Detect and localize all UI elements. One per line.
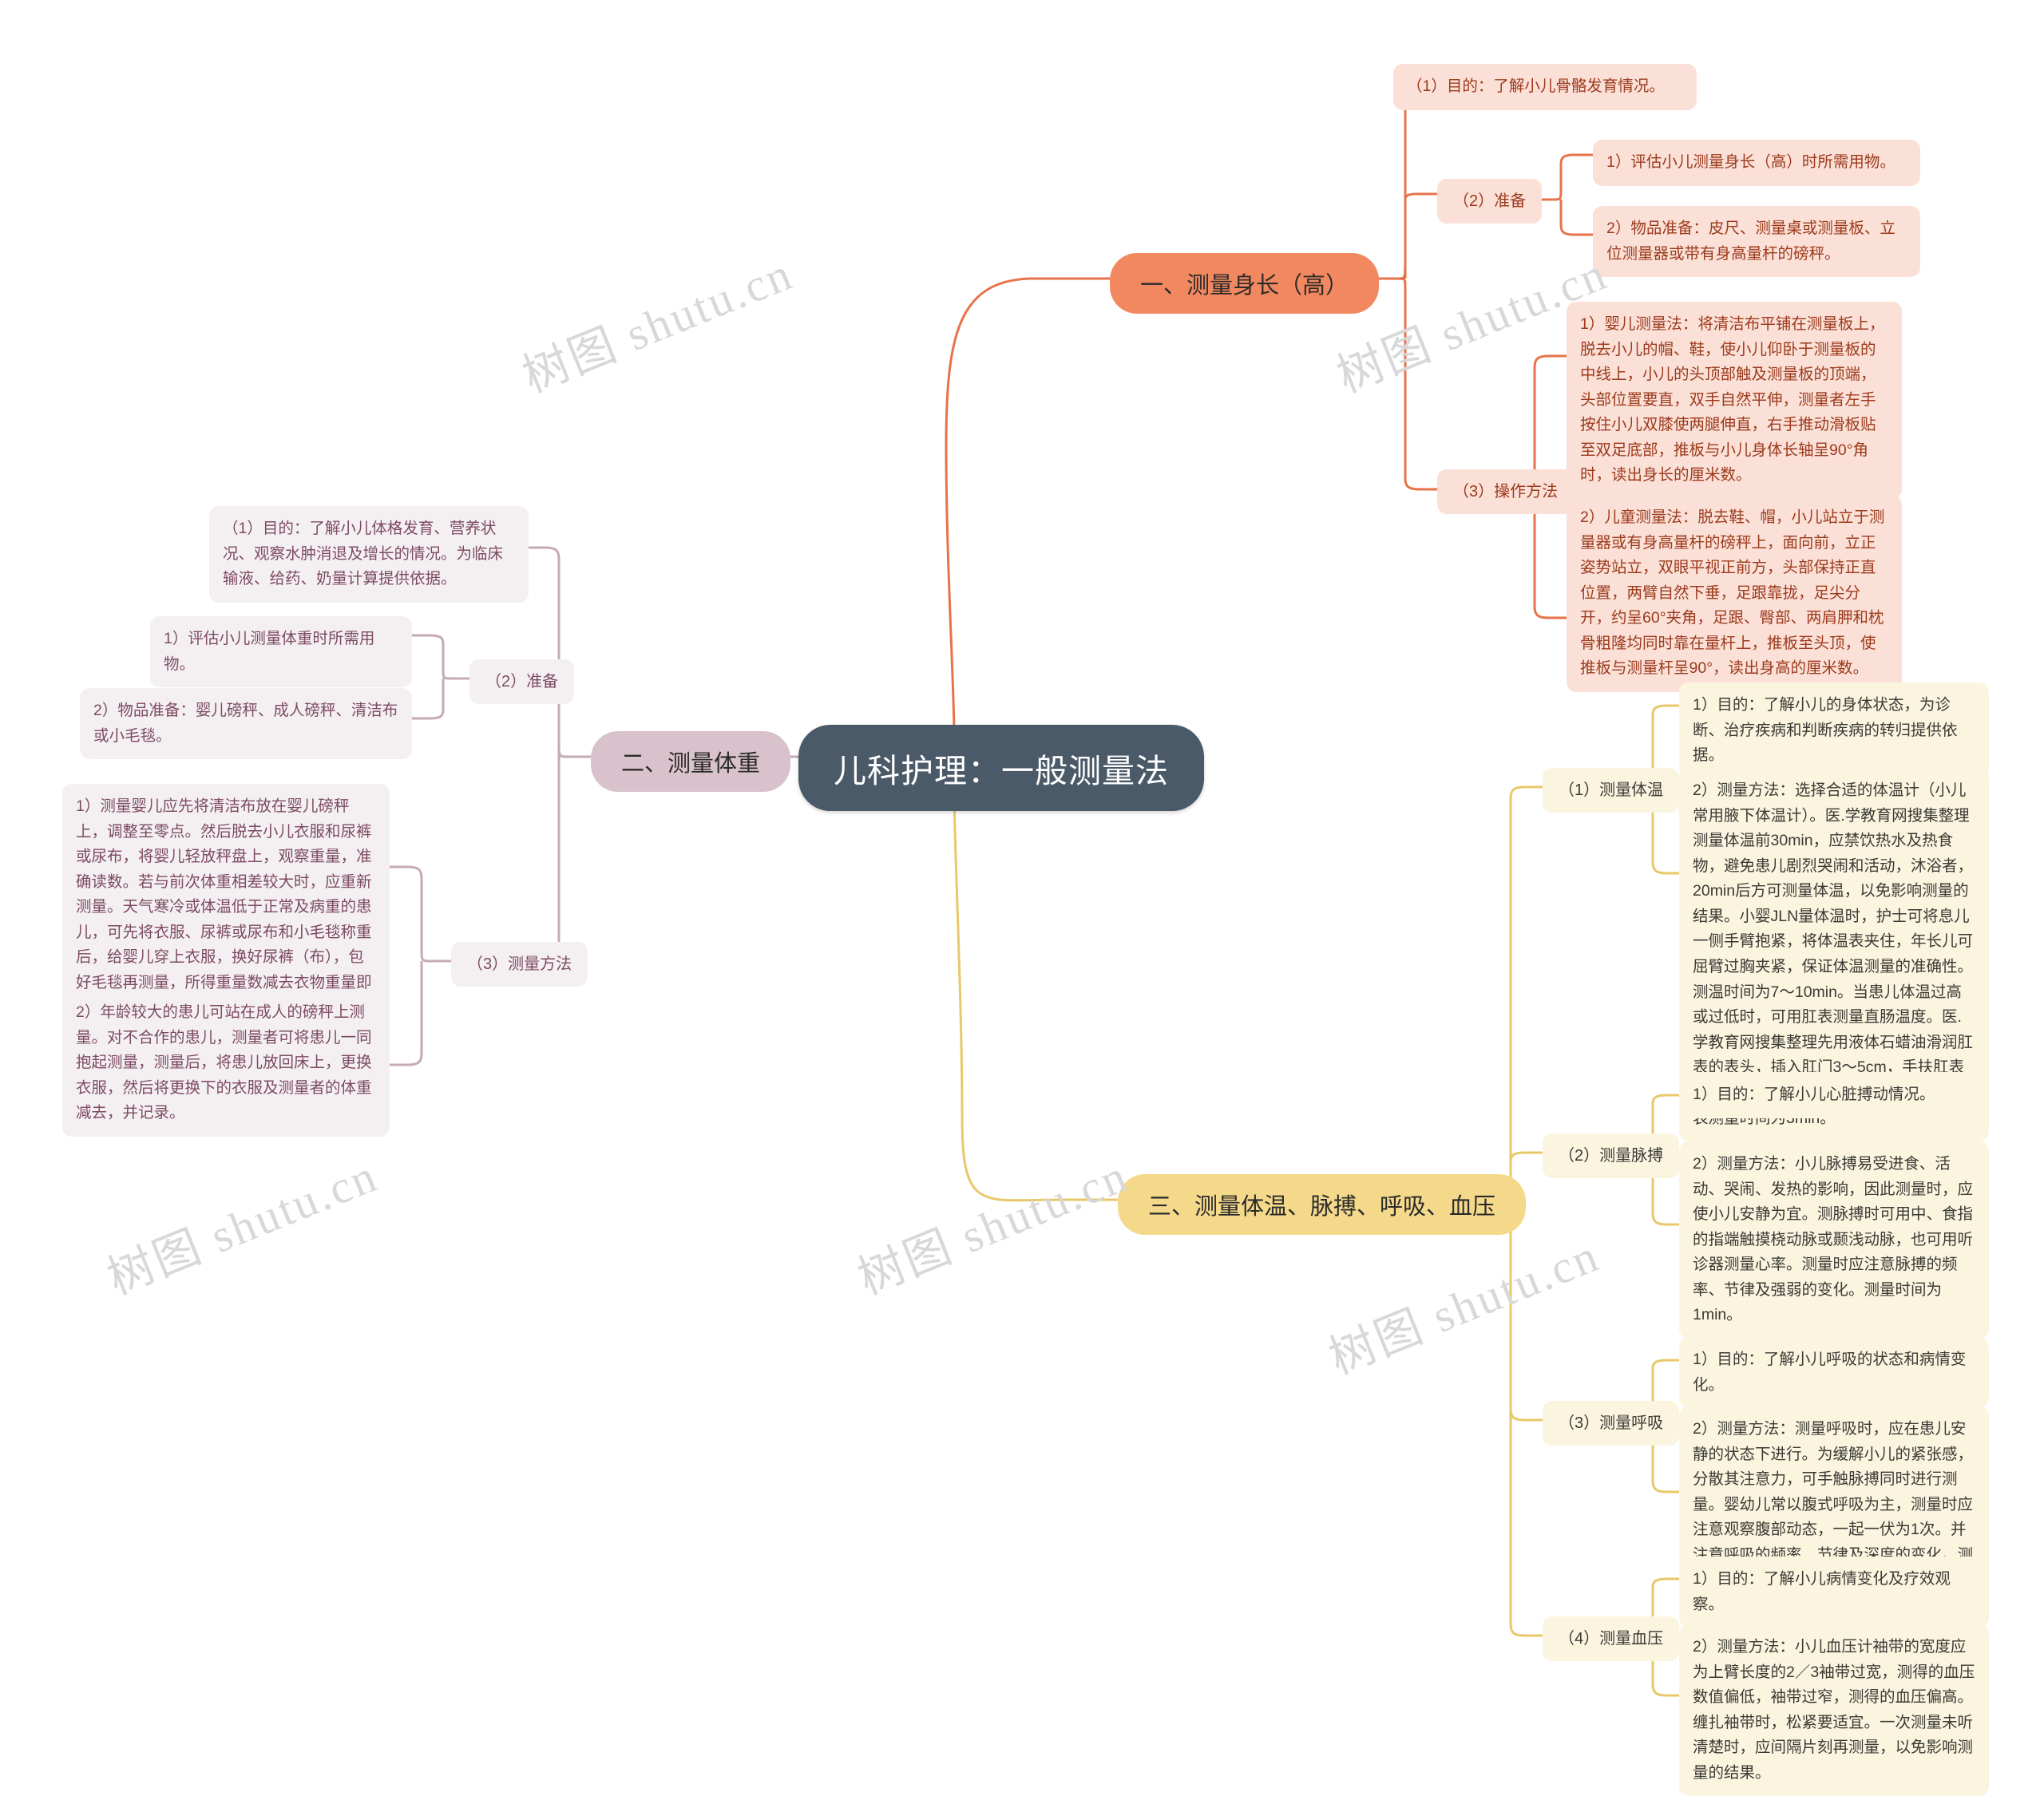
node-b2-prep-2[interactable]: 2）物品准备：婴儿磅秤、成人磅秤、清洁布或小毛毯。 <box>80 688 412 760</box>
node-b2-method[interactable]: （3）测量方法 <box>451 942 588 987</box>
node-b3-pulse-1[interactable]: 1）目的：了解小儿心脏搏动情况。 <box>1679 1072 1989 1118</box>
node-b1-op-2[interactable]: 2）儿童测量法：脱去鞋、帽，小儿站立于测量器或有身高量杆的磅秤上，面向前，立正姿… <box>1567 495 1902 693</box>
watermark: 树图 shutu.cn <box>1321 1228 1607 1385</box>
node-b3-bp-1[interactable]: 1）目的：了解小儿病情变化及疗效观察。 <box>1679 1557 1989 1628</box>
node-b3-pulse[interactable]: （2）测量脉搏 <box>1543 1133 1680 1179</box>
node-b3-temp-1[interactable]: 1）目的：了解小儿的身体状态，为诊断、治疗疾病和判断疾病的转归提供依据。 <box>1679 682 1989 779</box>
node-b3-temperature[interactable]: （1）测量体温 <box>1543 768 1680 813</box>
root-node[interactable]: 儿科护理：一般测量法 <box>798 725 1204 811</box>
mindmap-canvas: 儿科护理：一般测量法 一、测量身长（高） （1）目的：了解小儿骨骼发育情况。 （… <box>0 0 2044 1800</box>
node-b1-preparation[interactable]: （2）准备 <box>1437 179 1543 224</box>
node-b3-respiration[interactable]: （3）测量呼吸 <box>1543 1401 1680 1446</box>
branch-node-1[interactable]: 一、测量身长（高） <box>1110 253 1380 314</box>
node-b1-prep-2[interactable]: 2）物品准备：皮尺、测量桌或测量板、立位测量器或带有身高量杆的磅秤。 <box>1593 206 1920 278</box>
node-b2-method-2[interactable]: 2）年龄较大的患儿可站在成人的磅秤上测量。对不合作的患儿，测量者可将患儿一同抱起… <box>62 990 390 1137</box>
watermark: 树图 shutu.cn <box>100 1149 386 1305</box>
node-b2-prep-1[interactable]: 1）评估小儿测量体重时所需用物。 <box>150 616 412 688</box>
node-b1-operation[interactable]: （3）操作方法 <box>1437 469 1575 515</box>
node-b1-prep-1[interactable]: 1）评估小儿测量身长（高）时所需用物。 <box>1593 140 1920 186</box>
node-b1-purpose[interactable]: （1）目的：了解小儿骨骼发育情况。 <box>1393 64 1697 110</box>
branch-node-2[interactable]: 二、测量体重 <box>591 731 791 792</box>
node-b2-preparation[interactable]: （2）准备 <box>469 659 575 705</box>
node-b2-purpose[interactable]: （1）目的：了解小儿体格发育、营养状况、观察水肿消退及增长的情况。为临床输液、给… <box>209 506 529 603</box>
node-b1-op-1[interactable]: 1）婴儿测量法：将清洁布平铺在测量板上，脱去小儿的帽、鞋，使小儿仰卧于测量板的中… <box>1567 302 1902 500</box>
watermark: 树图 shutu.cn <box>515 247 801 403</box>
node-b3-bp-2[interactable]: 2）测量方法：小儿血压计袖带的宽度应为上臂长度的2／3袖带过宽，测得的血压数值偏… <box>1679 1624 1989 1797</box>
watermark: 树图 shutu.cn <box>850 1149 1136 1305</box>
node-b3-bloodpressure[interactable]: （4）测量血压 <box>1543 1616 1680 1662</box>
node-b3-pulse-2[interactable]: 2）测量方法：小儿脉搏易受进食、活动、哭闹、发热的影响，因此测量时，应使小儿安静… <box>1679 1141 1989 1339</box>
node-b3-resp-1[interactable]: 1）目的：了解小儿呼吸的状态和病情变化。 <box>1679 1337 1989 1409</box>
branch-node-3[interactable]: 三、测量体温、脉搏、呼吸、血压 <box>1118 1174 1527 1235</box>
